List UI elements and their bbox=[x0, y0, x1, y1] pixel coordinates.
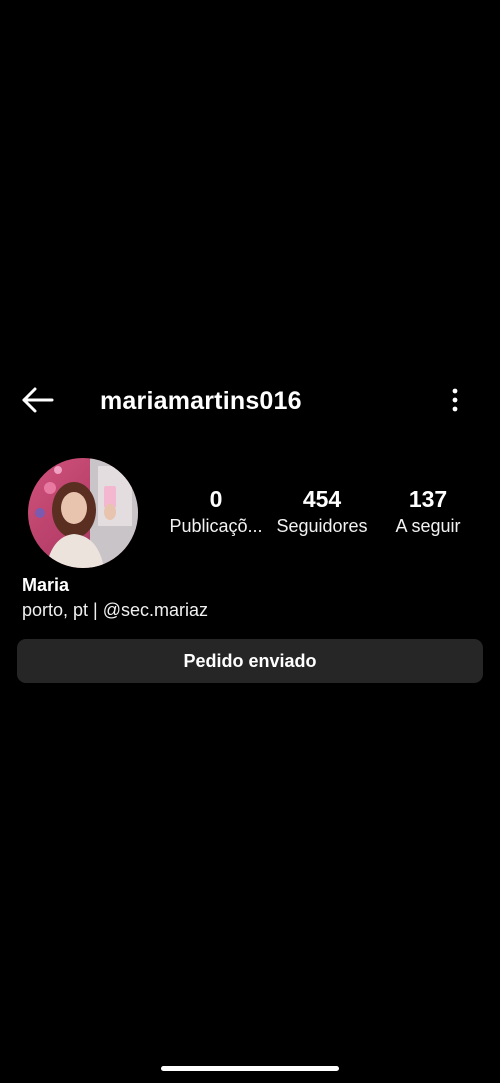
back-button[interactable] bbox=[18, 384, 58, 416]
stat-posts[interactable]: 0 Publicaçõ... bbox=[166, 484, 266, 538]
following-label: A seguir bbox=[395, 516, 461, 536]
bio-mention-link[interactable]: @sec.mariaz bbox=[103, 600, 208, 620]
arrow-left-icon bbox=[22, 387, 54, 413]
more-options-button[interactable] bbox=[440, 384, 470, 416]
profile-username: mariamartins016 bbox=[100, 387, 302, 415]
stat-followers[interactable]: 454 Seguidores bbox=[272, 484, 372, 538]
home-indicator[interactable] bbox=[161, 1066, 339, 1071]
top-bar: mariamartins016 bbox=[0, 370, 500, 430]
follow-request-sent-button[interactable]: Pedido enviado bbox=[17, 639, 483, 683]
following-count: 137 bbox=[408, 486, 448, 512]
stat-following[interactable]: 137 A seguir bbox=[388, 484, 468, 538]
more-vertical-icon bbox=[452, 388, 458, 412]
posts-count: 0 bbox=[209, 486, 223, 512]
posts-label: Publicaçõ... bbox=[169, 516, 263, 536]
avatar[interactable] bbox=[28, 458, 138, 568]
bio-text: porto, pt | bbox=[22, 600, 103, 620]
followers-count: 454 bbox=[302, 486, 342, 512]
followers-label: Seguidores bbox=[276, 516, 368, 536]
bio: porto, pt | @sec.mariaz bbox=[22, 598, 208, 622]
display-name: Maria bbox=[22, 575, 70, 595]
profile-photo-icon bbox=[28, 458, 138, 568]
